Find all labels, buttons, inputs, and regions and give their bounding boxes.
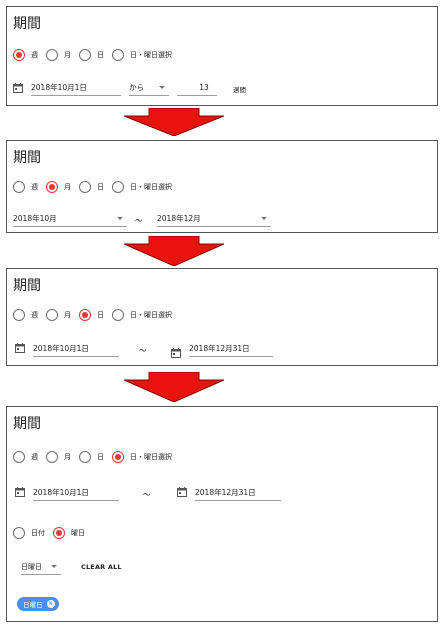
- chevron-down-icon: [117, 217, 123, 220]
- radio-button[interactable]: [79, 451, 91, 463]
- start-date-field[interactable]: 2018年10月1日: [33, 487, 119, 501]
- weekday-chip: 日曜日 ×: [17, 597, 59, 611]
- chevron-down-icon: [261, 217, 267, 220]
- radio-button[interactable]: [13, 309, 25, 321]
- radio-button[interactable]: [46, 181, 58, 193]
- radio-button[interactable]: [79, 49, 91, 61]
- radio-button[interactable]: [13, 527, 25, 539]
- period-type-radio-group: 週 月 日 日・曜日選択: [13, 47, 180, 63]
- radio-button[interactable]: [112, 451, 124, 463]
- chevron-down-icon: [159, 86, 165, 89]
- radio-button[interactable]: [46, 49, 58, 61]
- radio-week[interactable]: 週: [13, 181, 38, 193]
- radio-button[interactable]: [53, 527, 65, 539]
- radio-weekday[interactable]: 曜日: [53, 527, 85, 539]
- panel-title: 期間: [13, 416, 41, 432]
- radio-button[interactable]: [79, 309, 91, 321]
- radio-button[interactable]: [79, 181, 91, 193]
- radio-day-weekday[interactable]: 日・曜日選択: [112, 309, 172, 321]
- radio-button[interactable]: [13, 181, 25, 193]
- weekday-select[interactable]: 日曜日: [21, 561, 61, 575]
- radio-month[interactable]: 月: [46, 49, 71, 61]
- end-date-value: 2018年12月31日: [195, 488, 256, 497]
- radio-day[interactable]: 日: [79, 451, 104, 463]
- period-type-radio-group: 週 月 日 日・曜日選択: [13, 307, 180, 323]
- period-panel-month: 期間 週 月 日 日・曜日選択 2018年10月 ～ 2018年12月: [6, 140, 438, 233]
- period-panel-day: 期間 週 月 日 日・曜日選択 2018年10月1日 ～ 2018年12月31日: [6, 268, 438, 366]
- radio-day-weekday[interactable]: 日・曜日選択: [112, 181, 172, 193]
- radio-button[interactable]: [13, 451, 25, 463]
- down-arrow-icon: [124, 372, 224, 402]
- start-date-value: 2018年10月1日: [33, 488, 89, 497]
- radio-week[interactable]: 週: [13, 49, 38, 61]
- radio-day-weekday[interactable]: 日・曜日選択: [112, 49, 172, 61]
- selection-mode-radio-group: 日付 曜日: [13, 525, 93, 541]
- chip-label: 日曜日: [23, 601, 43, 609]
- from-select-value: から: [129, 83, 144, 92]
- calendar-icon[interactable]: [15, 343, 25, 353]
- radio-day-weekday[interactable]: 日・曜日選択: [112, 451, 172, 463]
- clear-all-button[interactable]: CLEAR ALL: [81, 563, 122, 571]
- panel-title: 期間: [13, 278, 41, 294]
- radio-button[interactable]: [112, 309, 124, 321]
- range-tilde: ～: [143, 490, 151, 499]
- calendar-icon[interactable]: [15, 487, 25, 497]
- down-arrow-icon: [124, 236, 224, 266]
- period-type-radio-group: 週 月 日 日・曜日選択: [13, 179, 180, 195]
- down-arrow-icon: [124, 108, 224, 136]
- radio-day[interactable]: 日: [79, 309, 104, 321]
- start-date-field[interactable]: 2018年10月1日: [33, 343, 119, 357]
- range-tilde: ～: [139, 346, 147, 355]
- end-date-field[interactable]: 2018年12月31日: [195, 487, 281, 501]
- panel-title: 期間: [13, 16, 41, 32]
- panel-title: 期間: [13, 150, 41, 166]
- radio-month[interactable]: 月: [46, 451, 71, 463]
- weeks-count-value: 13: [199, 83, 209, 92]
- calendar-icon[interactable]: [177, 487, 187, 497]
- weeks-unit-label: 週間: [233, 86, 246, 94]
- radio-button[interactable]: [112, 181, 124, 193]
- radio-day[interactable]: 日: [79, 181, 104, 193]
- range-tilde: ～: [135, 216, 143, 225]
- from-select[interactable]: から: [129, 82, 169, 96]
- radio-day[interactable]: 日: [79, 49, 104, 61]
- radio-date[interactable]: 日付: [13, 527, 45, 539]
- end-month-select[interactable]: 2018年12月: [157, 213, 271, 227]
- period-panel-week: 期間 週 月 日 日・曜日選択 2018年10月1日 から 13 週間: [6, 6, 438, 106]
- radio-month[interactable]: 月: [46, 309, 71, 321]
- radio-week[interactable]: 週: [13, 309, 38, 321]
- radio-button[interactable]: [13, 49, 25, 61]
- end-date-field[interactable]: 2018年12月31日: [189, 343, 273, 357]
- radio-month[interactable]: 月: [46, 181, 71, 193]
- radio-button[interactable]: [112, 49, 124, 61]
- end-month-value: 2018年12月: [157, 214, 201, 223]
- weekday-select-value: 日曜日: [21, 563, 42, 571]
- calendar-icon[interactable]: [13, 83, 23, 93]
- radio-week[interactable]: 週: [13, 451, 38, 463]
- radio-button[interactable]: [46, 309, 58, 321]
- start-date-value: 2018年10月1日: [31, 83, 87, 92]
- calendar-icon-wrapper[interactable]: [171, 343, 181, 358]
- period-type-radio-group: 週 月 日 日・曜日選択: [13, 449, 180, 465]
- start-month-select[interactable]: 2018年10月: [13, 213, 127, 227]
- period-panel-day-weekday: 期間 週 月 日 日・曜日選択 2018年10月1日 ～ 2018年12月31日…: [6, 406, 438, 622]
- end-date-value: 2018年12月31日: [189, 344, 250, 353]
- close-icon[interactable]: ×: [46, 600, 55, 608]
- calendar-icon[interactable]: [171, 348, 181, 358]
- chevron-down-icon: [51, 565, 57, 568]
- weeks-count-input[interactable]: 13: [177, 82, 217, 96]
- start-date-field[interactable]: 2018年10月1日: [31, 82, 121, 96]
- start-date-value: 2018年10月1日: [33, 344, 89, 353]
- start-month-value: 2018年10月: [13, 214, 57, 223]
- radio-button[interactable]: [46, 451, 58, 463]
